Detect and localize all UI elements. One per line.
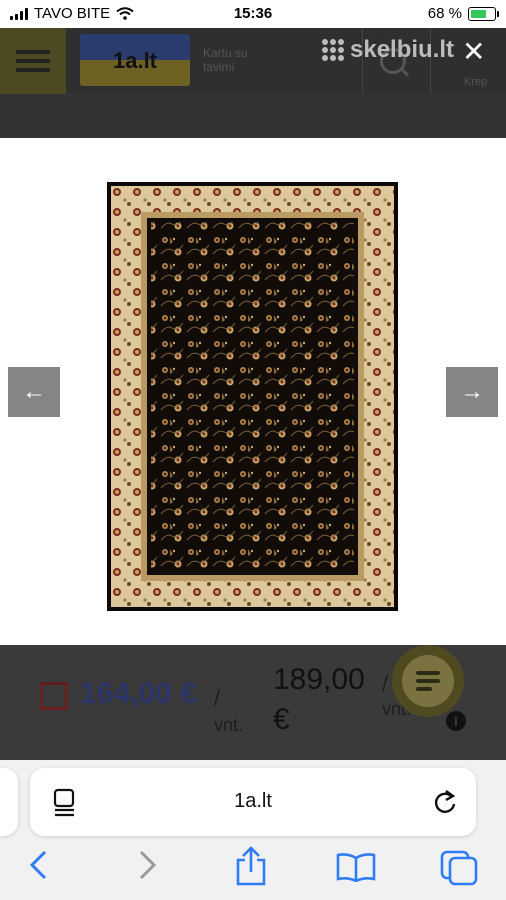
sale-unit: vnt. — [214, 715, 244, 735]
regular-price-currency: € — [273, 703, 290, 736]
header-strip — [0, 94, 506, 138]
reload-icon[interactable] — [432, 788, 458, 816]
back-icon[interactable] — [28, 850, 50, 880]
browser-toolbar: 1a.lt — [0, 760, 506, 900]
partner-logo: skelbiu.lt — [322, 36, 454, 64]
url-text: 1a.lt — [234, 790, 272, 812]
battery-icon — [468, 6, 499, 21]
tabs-icon[interactable] — [440, 850, 480, 886]
partner-logo-text: skelbiu.lt — [350, 36, 455, 63]
tagline-line1: Kartu su — [203, 46, 248, 60]
info-icon[interactable]: i — [446, 711, 466, 731]
site-logo[interactable]: 1a.lt — [80, 34, 190, 86]
battery-percent: 68 % — [427, 5, 462, 22]
sale-unit-slash: / — [214, 685, 221, 710]
site-tagline: Kartu su tavimi — [203, 46, 273, 74]
cart-label[interactable]: Krep — [464, 76, 487, 88]
bookmarks-icon[interactable] — [336, 852, 376, 882]
close-icon[interactable]: ✕ — [462, 38, 485, 66]
product-image — [107, 182, 398, 611]
sale-price: 164,00 € — [80, 677, 197, 710]
regular-unit-slash: / — [382, 671, 389, 696]
chat-icon[interactable] — [392, 645, 464, 717]
logo-text: 1a.lt — [112, 48, 158, 73]
prev-image-button[interactable]: ← — [8, 367, 60, 417]
price-bar: 164,00 € / vnt. 189,00 € / vnt. i — [0, 645, 506, 760]
address-bar[interactable]: 1a.lt — [30, 768, 476, 836]
compare-checkbox[interactable] — [40, 682, 68, 710]
next-image-button[interactable]: → — [446, 367, 498, 417]
tagline-line2: tavimi — [203, 60, 235, 74]
regular-price: 189,00 — [273, 663, 365, 696]
forward-icon[interactable] — [136, 850, 158, 880]
site-header: 1a.lt Kartu su tavimi Krep skelbiu.lt ✕ — [0, 28, 506, 94]
status-bar: TAVO BITE 15:36 68 % — [0, 0, 506, 28]
share-icon[interactable] — [234, 846, 268, 886]
menu-icon[interactable] — [0, 28, 66, 94]
previous-tab-stub[interactable] — [0, 768, 18, 836]
image-gallery: ← → — [0, 138, 506, 645]
